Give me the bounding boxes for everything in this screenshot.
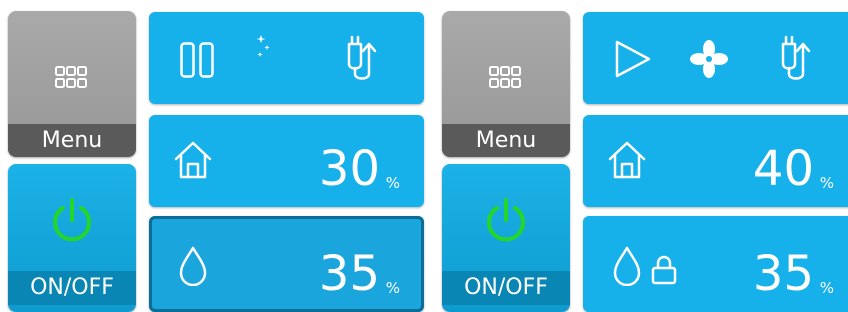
mode-tile <box>583 12 848 104</box>
home-icon <box>608 141 646 179</box>
mode-tile <box>149 12 424 104</box>
menu-button[interactable]: Menu <box>8 11 136 157</box>
lock-icon <box>651 255 677 285</box>
pipe-flow-icon[interactable] <box>345 34 381 82</box>
power-icon <box>53 198 91 242</box>
night-mode-icon[interactable] <box>252 32 302 80</box>
power-label: ON/OFF <box>442 271 570 305</box>
play-icon[interactable] <box>613 39 653 79</box>
grid-icon <box>489 66 521 88</box>
indoor-unit: % <box>385 174 400 192</box>
indoor-value: 30 <box>318 141 380 197</box>
power-button[interactable]: ON/OFF <box>8 164 136 312</box>
power-icon <box>487 198 525 242</box>
humidity-tile[interactable]: 35 % <box>583 216 848 312</box>
humidity-tile[interactable]: 35 % <box>149 216 424 312</box>
humidity-unit: % <box>385 279 400 297</box>
menu-button[interactable]: Menu <box>442 11 570 157</box>
grid-icon <box>55 66 87 88</box>
indoor-unit: % <box>819 174 834 192</box>
indoor-value: 40 <box>752 141 814 197</box>
menu-label: Menu <box>442 124 570 157</box>
pipe-flow-icon[interactable] <box>779 34 815 82</box>
menu-label: Menu <box>8 124 136 157</box>
control-panel-right: Menu ON/OFF 40 % 35 % <box>434 0 848 312</box>
power-button[interactable]: ON/OFF <box>442 164 570 312</box>
pause-icon[interactable] <box>180 42 214 78</box>
fan-icon[interactable] <box>689 39 729 79</box>
power-label: ON/OFF <box>8 271 136 305</box>
water-drop-icon <box>179 246 207 286</box>
water-drop-icon <box>613 246 641 286</box>
control-panel-left: Menu ON/OFF 30 % 35 % <box>0 0 424 312</box>
indoor-tile[interactable]: 40 % <box>583 115 848 207</box>
indoor-tile[interactable]: 30 % <box>149 115 424 207</box>
humidity-value: 35 <box>318 246 380 302</box>
humidity-value: 35 <box>752 246 814 302</box>
humidity-unit: % <box>819 279 834 297</box>
home-icon <box>174 141 212 179</box>
